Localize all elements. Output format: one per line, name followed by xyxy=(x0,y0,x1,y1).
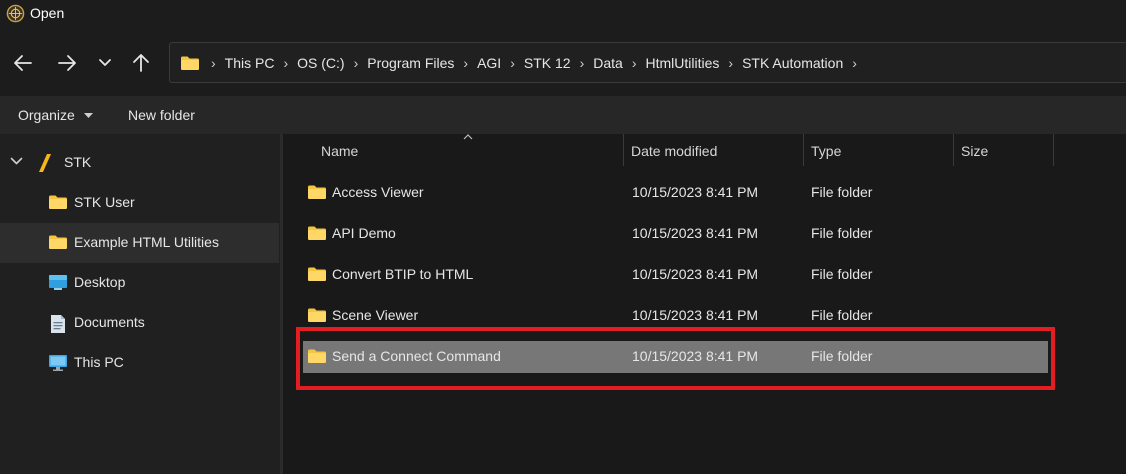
column-header-size[interactable]: Size xyxy=(961,143,988,159)
up-button[interactable] xyxy=(128,50,154,76)
caret-down-icon xyxy=(83,113,93,119)
organize-label: Organize xyxy=(18,107,75,123)
back-arrow-icon xyxy=(14,55,32,71)
up-arrow-icon xyxy=(133,54,149,72)
folder-icon xyxy=(308,185,326,199)
sidebar-item-this-pc[interactable]: This PC xyxy=(0,343,279,383)
sidebar-item-label: Example HTML Utilities xyxy=(74,234,219,250)
breadcrumb-separator: › xyxy=(463,54,469,71)
breadcrumb-separator: › xyxy=(353,54,359,71)
sidebar-item-desktop[interactable]: Desktop xyxy=(0,263,279,303)
column-header-name[interactable]: Name xyxy=(321,143,358,159)
app-logo-icon xyxy=(6,4,25,23)
sidebar-item-label: STK xyxy=(64,154,92,170)
desktop-icon xyxy=(49,275,67,290)
file-type: File folder xyxy=(811,225,873,241)
column-header-date-modified[interactable]: Date modified xyxy=(631,143,717,159)
window-title: Open xyxy=(30,5,65,21)
column-header-type[interactable]: Type xyxy=(811,143,841,159)
sidebar-item-label: STK User xyxy=(74,194,135,210)
file-date-modified: 10/15/2023 8:41 PM xyxy=(632,266,759,282)
forward-button[interactable] xyxy=(54,50,80,76)
folder-icon xyxy=(49,195,67,209)
recent-locations-button[interactable] xyxy=(92,50,118,76)
breadcrumb-os-c[interactable]: OS (C:) xyxy=(297,55,344,71)
file-type: File folder xyxy=(811,184,873,200)
table-row[interactable]: API Demo 10/15/2023 8:41 PM File folder xyxy=(303,218,1048,250)
navigation-pane: STK STK User Example HTML Utilities Desk… xyxy=(0,134,280,474)
title-bar: Open xyxy=(0,0,1126,28)
file-type: File folder xyxy=(811,266,873,282)
stk-logo-icon xyxy=(39,154,51,172)
folder-icon xyxy=(308,226,326,240)
command-bar: Organize New folder xyxy=(0,96,1126,134)
sort-ascending-icon xyxy=(463,134,473,140)
navigation-bar: › This PC › OS (C:) › Program Files › AG… xyxy=(0,28,1126,96)
sidebar-item-label: Desktop xyxy=(74,274,126,290)
column-divider[interactable] xyxy=(623,134,624,166)
file-name: Access Viewer xyxy=(332,184,424,200)
column-divider[interactable] xyxy=(1053,134,1054,166)
file-date-modified: 10/15/2023 8:41 PM xyxy=(632,225,759,241)
breadcrumb-chevron-right-icon[interactable]: › xyxy=(852,55,857,71)
sidebar-item-label: Documents xyxy=(74,314,145,330)
sidebar-item-documents[interactable]: Documents xyxy=(0,303,279,343)
breadcrumb-htmlutilities[interactable]: HtmlUtilities xyxy=(646,55,720,71)
back-button[interactable] xyxy=(10,50,36,76)
file-type: File folder xyxy=(811,307,873,323)
expand-chevron-icon[interactable] xyxy=(10,157,23,166)
documents-icon xyxy=(51,315,65,333)
file-list: Name Date modified Type Size Access View… xyxy=(283,134,1126,474)
breadcrumb-agi[interactable]: AGI xyxy=(477,55,501,71)
breadcrumb-separator: › xyxy=(211,54,216,71)
file-date-modified: 10/15/2023 8:41 PM xyxy=(632,307,759,323)
breadcrumb-stk-12[interactable]: STK 12 xyxy=(524,55,571,71)
breadcrumb-separator: › xyxy=(579,54,585,71)
sidebar-item-stk[interactable]: STK xyxy=(0,143,279,183)
breadcrumb-this-pc[interactable]: This PC xyxy=(225,55,275,71)
red-highlight-annotation xyxy=(296,327,1055,390)
breadcrumb-separator: › xyxy=(631,54,637,71)
file-name: Convert BTIP to HTML xyxy=(332,266,474,282)
breadcrumb-separator: › xyxy=(283,54,289,71)
breadcrumb-separator: › xyxy=(510,54,515,71)
file-date-modified: 10/15/2023 8:41 PM xyxy=(632,184,759,200)
sidebar-item-example-html-utilities[interactable]: Example HTML Utilities xyxy=(0,223,279,263)
sidebar-item-label: This PC xyxy=(74,354,124,370)
column-divider[interactable] xyxy=(803,134,804,166)
chevron-down-icon xyxy=(99,59,111,66)
breadcrumb-program-files[interactable]: Program Files xyxy=(367,55,454,71)
folder-icon xyxy=(308,267,326,281)
file-name: API Demo xyxy=(332,225,396,241)
folder-icon xyxy=(49,235,67,249)
new-folder-button[interactable]: New folder xyxy=(128,107,195,123)
breadcrumb: › This PC › OS (C:) › Program Files › AG… xyxy=(180,43,866,82)
organize-button[interactable]: Organize xyxy=(18,107,93,123)
folder-icon xyxy=(308,308,326,322)
forward-arrow-icon xyxy=(58,55,76,71)
sidebar-item-stk-user[interactable]: STK User xyxy=(0,183,279,223)
breadcrumb-separator: › xyxy=(728,54,734,71)
column-divider[interactable] xyxy=(953,134,954,166)
computer-icon xyxy=(49,355,67,371)
folder-icon xyxy=(181,56,199,70)
file-name: Scene Viewer xyxy=(332,307,419,323)
table-row[interactable]: Access Viewer 10/15/2023 8:41 PM File fo… xyxy=(303,177,1048,209)
breadcrumb-data[interactable]: Data xyxy=(593,55,623,71)
breadcrumb-stk-automation[interactable]: STK Automation xyxy=(742,55,843,71)
address-bar[interactable]: › This PC › OS (C:) › Program Files › AG… xyxy=(169,42,1126,83)
table-row[interactable]: Convert BTIP to HTML 10/15/2023 8:41 PM … xyxy=(303,259,1048,291)
